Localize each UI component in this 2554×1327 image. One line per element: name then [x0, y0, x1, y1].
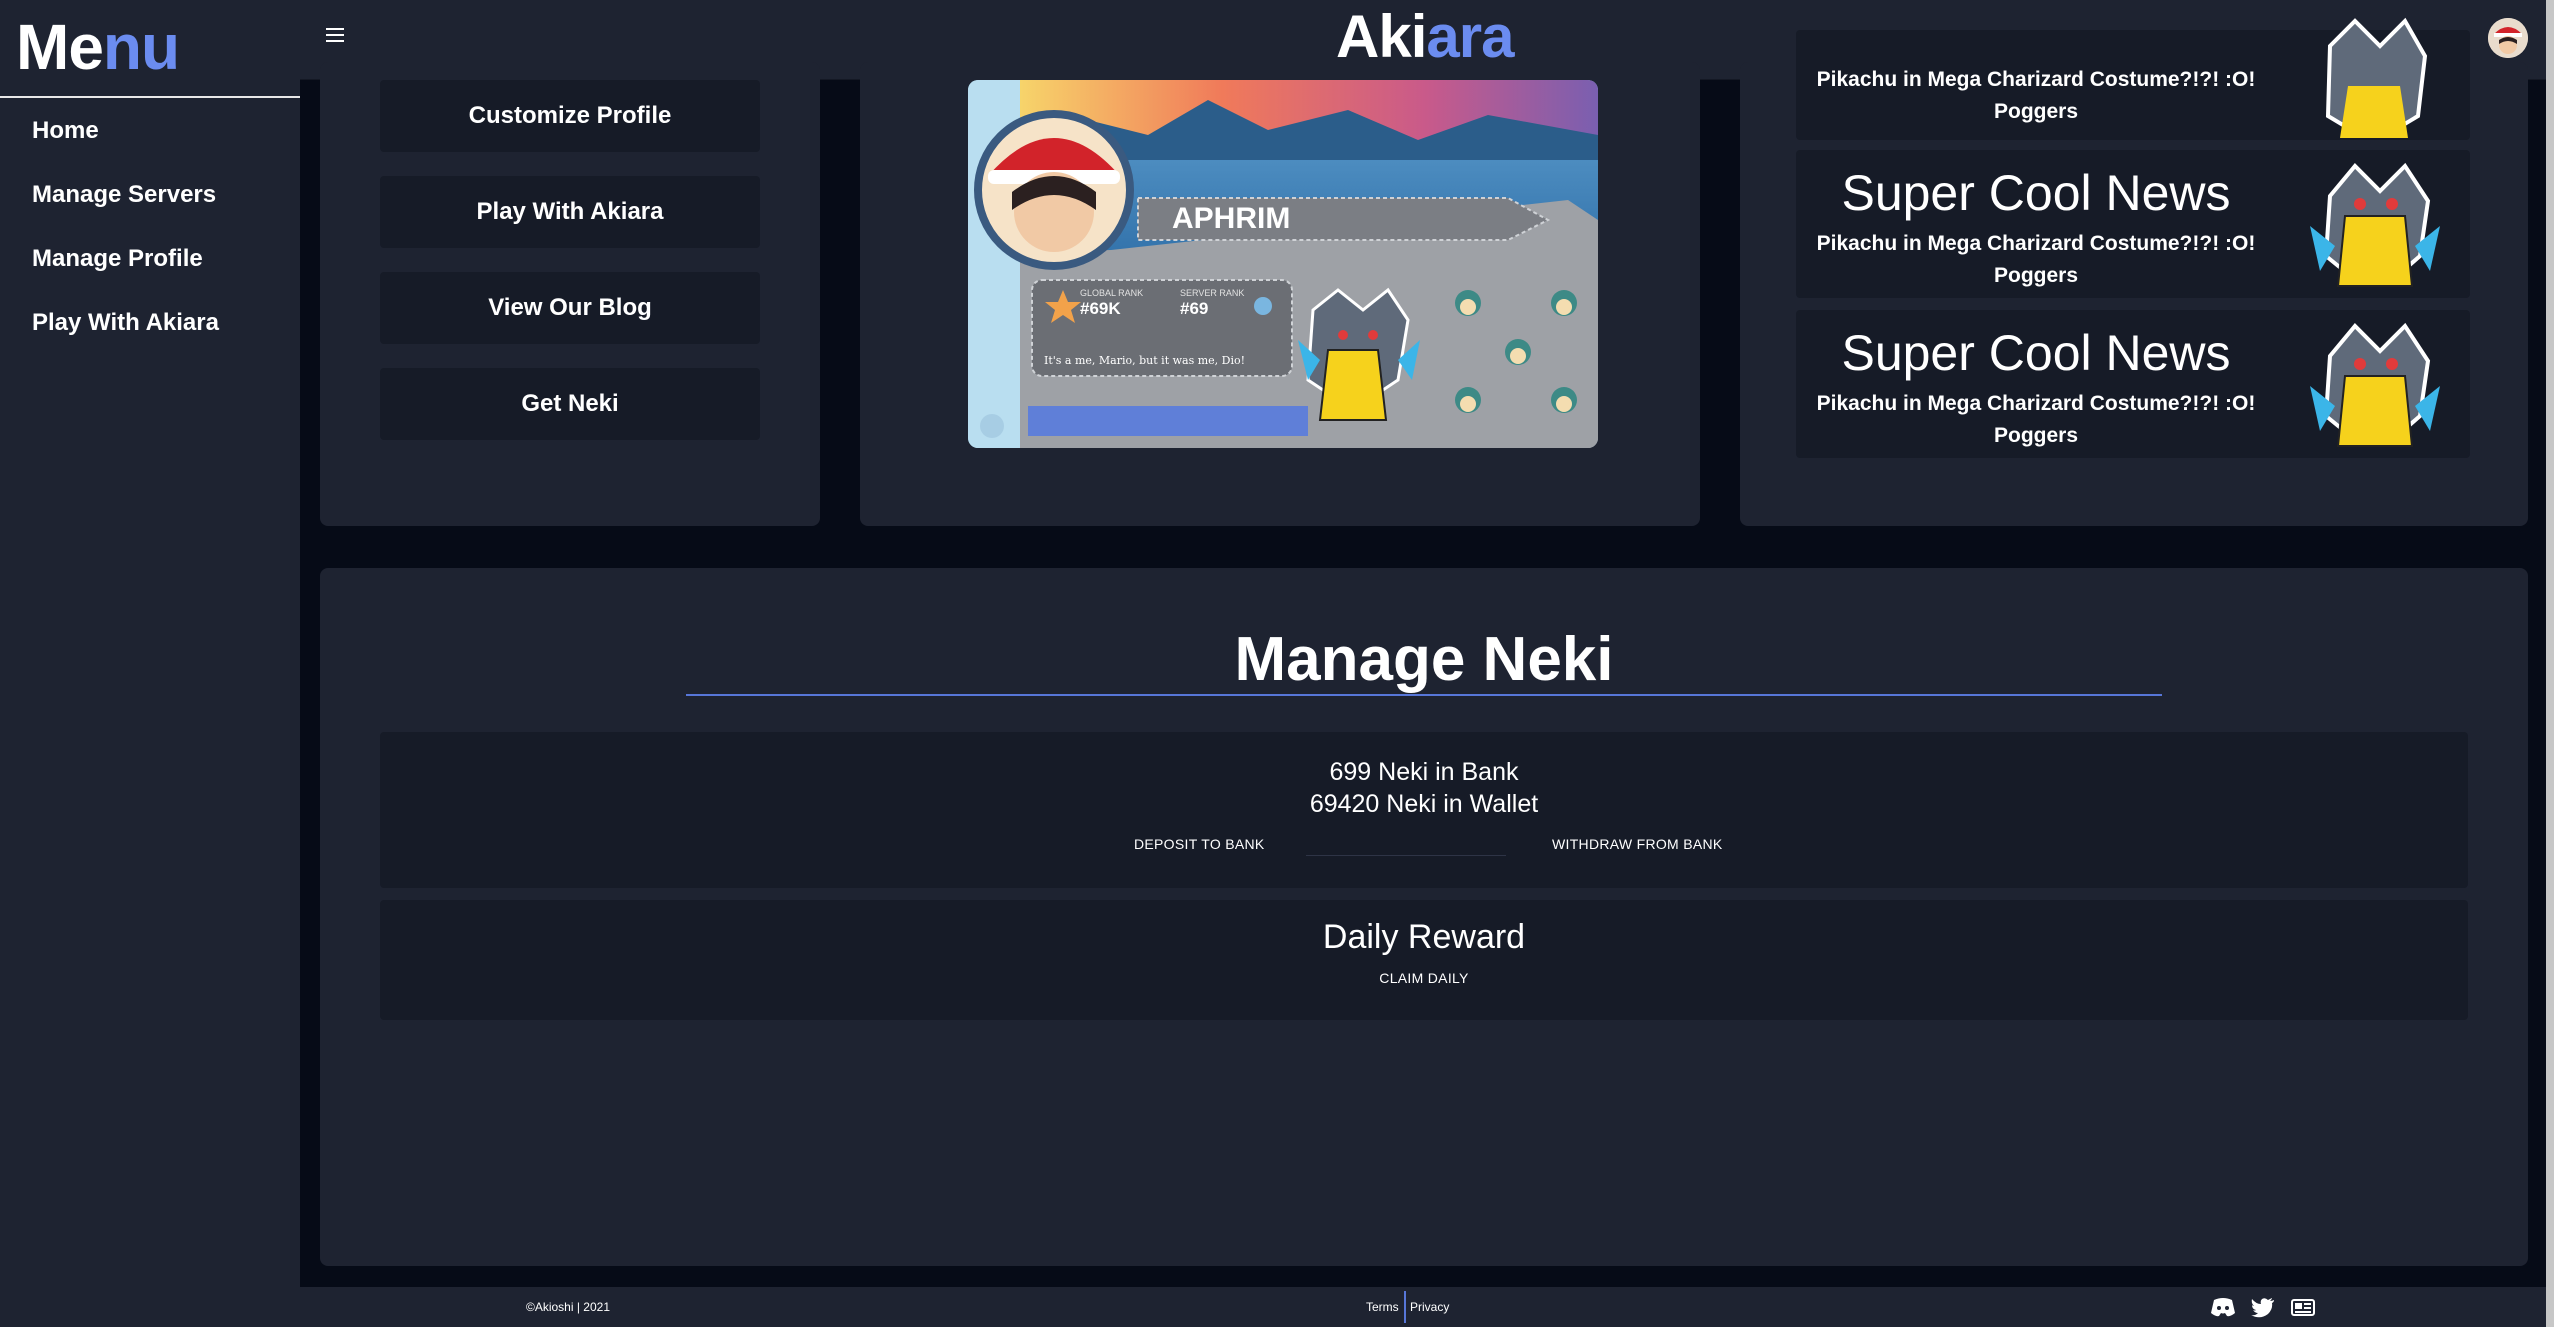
news-body-line: Poggers	[1993, 100, 2079, 123]
manage-neki-title: Manage Neki	[1234, 625, 1614, 694]
withdraw-from-bank-button[interactable]: WITHDRAW FROM BANK	[1552, 836, 1723, 852]
discord-icon[interactable]	[2210, 1295, 2236, 1319]
neki-balance-box: 699 Neki in Bank 69420 Neki in Wallet DE…	[380, 732, 2468, 888]
brand-logo: Akiara	[1336, 2, 1514, 71]
manage-neki-panel: Manage Neki 699 Neki in Bank 69420 Neki …	[320, 568, 2528, 1266]
daily-reward-title: Daily Reward	[1322, 918, 1526, 956]
sidebar-nav: Home Manage Servers Manage Profile Play …	[0, 108, 300, 364]
hamburger-icon[interactable]	[326, 28, 344, 42]
copyright-text: ©Akioshi | 2021	[526, 1300, 611, 1314]
sidebar-title: Menu	[16, 10, 180, 84]
app-root: Menu Home Manage Servers Manage Profile …	[0, 0, 2554, 1327]
brand-main: Aki	[1336, 3, 1427, 70]
profile-card-art	[968, 80, 1598, 448]
news-item[interactable]: Pikachu in Mega Charizard Costume?!?! :O…	[1796, 17, 2470, 140]
news-body-line: Poggers	[1993, 424, 2079, 447]
news-body-line: Pikachu in Mega Charizard Costume?!?! :O…	[1816, 68, 2256, 91]
wallet-balance-text: 69420 Neki in Wallet	[1309, 790, 1539, 818]
claim-daily-button[interactable]: CLAIM DAILY	[380, 970, 2468, 986]
global-rank-value: #69K	[1080, 299, 1121, 318]
profile-username: APHRIM	[1172, 202, 1291, 235]
avatar-image	[2488, 18, 2528, 58]
news-image	[2325, 17, 2428, 138]
brand-accent: ara	[1426, 3, 1514, 70]
privacy-link[interactable]: Privacy	[1410, 1300, 1449, 1314]
sidebar-item-manage-servers[interactable]: Manage Servers	[0, 172, 300, 236]
footer: ©Akioshi | 2021 Terms Privacy	[300, 1287, 2554, 1327]
bank-balance-text: 699 Neki in Bank	[1329, 758, 1519, 786]
newspaper-icon[interactable]	[2290, 1295, 2316, 1319]
news-body-line: Poggers	[1993, 264, 2079, 287]
news-image	[2310, 162, 2440, 287]
profile-card: APHRIM GLOBAL RANK #69K SERVER RANK #69 …	[968, 80, 1598, 448]
sidebar-item-play-with-akiara[interactable]: Play With Akiara	[0, 300, 300, 364]
twitter-icon[interactable]	[2250, 1295, 2276, 1319]
global-rank-label: GLOBAL RANK	[1080, 288, 1144, 298]
profile-bio: It's a me, Mario, but it was me, Dio!	[1044, 354, 1246, 367]
news-item[interactable]: Super Cool News Pikachu in Mega Charizar…	[1796, 150, 2470, 298]
footer-divider	[1404, 1291, 1406, 1323]
view-blog-button[interactable]: View Our Blog	[380, 272, 760, 344]
terms-link[interactable]: Terms	[1366, 1300, 1399, 1314]
title-underline	[686, 694, 2162, 696]
sidebar-title-main: Me	[16, 11, 104, 83]
news-image	[2310, 322, 2440, 447]
news-body: Pikachu in Mega Charizard Costume?!?! :O…	[1796, 388, 2276, 452]
user-avatar[interactable]	[2488, 18, 2528, 58]
sidebar-item-manage-profile[interactable]: Manage Profile	[0, 236, 300, 300]
sidebar-title-accent: nu	[102, 11, 180, 83]
server-rank-value: #69	[1180, 299, 1209, 318]
daily-reward-box: Daily Reward CLAIM DAILY	[380, 900, 2468, 1020]
deposit-to-bank-button[interactable]: DEPOSIT TO BANK	[1134, 836, 1265, 852]
neki-amount-input[interactable]	[1306, 828, 1506, 856]
news-body-line: Pikachu in Mega Charizard Costume?!?! :O…	[1816, 232, 2256, 255]
get-neki-button[interactable]: Get Neki	[380, 368, 760, 440]
news-body-line: Pikachu in Mega Charizard Costume?!?! :O…	[1816, 392, 2256, 415]
quick-actions-panel: Customize Profile Play With Akiara View …	[320, 62, 820, 526]
sidebar-divider	[0, 96, 300, 98]
sidebar: Menu Home Manage Servers Manage Profile …	[0, 0, 300, 1327]
news-item[interactable]: Super Cool News Pikachu in Mega Charizar…	[1796, 310, 2470, 458]
news-title: Super Cool News	[1841, 325, 2231, 381]
news-title: Super Cool News	[1841, 165, 2231, 221]
play-with-akiara-button[interactable]: Play With Akiara	[380, 176, 760, 248]
customize-profile-button[interactable]: Customize Profile	[380, 80, 760, 152]
news-body: Pikachu in Mega Charizard Costume?!?! :O…	[1796, 228, 2276, 292]
news-body: Pikachu in Mega Charizard Costume?!?! :O…	[1796, 64, 2276, 128]
scrollbar[interactable]	[2546, 0, 2554, 1327]
server-rank-label: SERVER RANK	[1180, 288, 1245, 298]
sidebar-item-home[interactable]: Home	[0, 108, 300, 172]
